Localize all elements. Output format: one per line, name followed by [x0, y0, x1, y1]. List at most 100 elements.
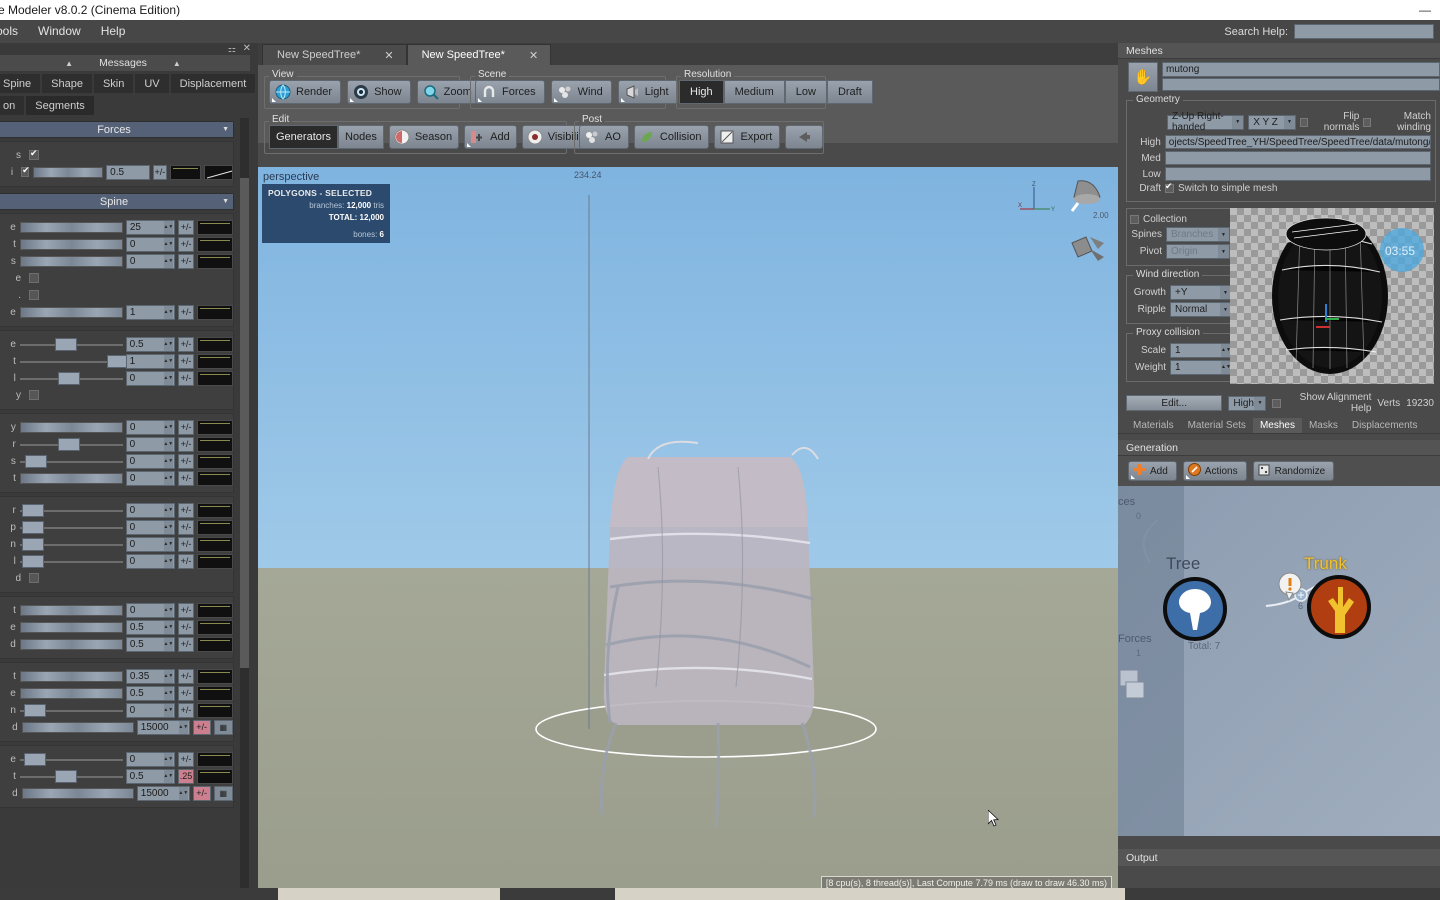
row-plusminus-button[interactable]: +/- [177, 436, 195, 452]
row-value[interactable]: 0.5 ▲▼ [125, 685, 175, 701]
generation-randomize-button[interactable]: Randomize [1252, 461, 1335, 481]
row-curve-thumbnail[interactable] [197, 236, 233, 252]
tab-material-sets[interactable]: Material Sets [1181, 418, 1253, 433]
row-curve-thumbnail[interactable] [197, 536, 233, 552]
row-value[interactable]: 0 ▲▼ [125, 536, 175, 552]
chevron-down-icon[interactable]: ▼ [222, 126, 229, 133]
season-button[interactable]: Season [388, 125, 460, 149]
row-slider[interactable] [19, 703, 123, 717]
tab-generation[interactable]: on [0, 96, 25, 115]
caret-up-right-icon[interactable]: ▲ [173, 59, 181, 68]
edit-mesh-button[interactable]: Edit... [1126, 395, 1223, 411]
row-plusminus-button[interactable]: +/- [177, 304, 195, 320]
row-value[interactable]: 15000 ▲▼ [136, 785, 190, 801]
mesh-preview-thumbnail[interactable]: 03:55 [1230, 208, 1434, 384]
row-curve-thumbnail[interactable] [197, 685, 233, 701]
row-slider[interactable] [19, 752, 123, 766]
row-value[interactable]: 0 ▲▼ [125, 370, 175, 386]
generation-node-graph[interactable]: ces 0 Forces 1 6 Tree Trunk Total: 7 [1118, 486, 1440, 836]
row-value[interactable]: 0 ▲▼ [125, 253, 175, 269]
spinner-icon[interactable]: ▲▼ [163, 237, 173, 251]
taskbar-item[interactable] [278, 888, 500, 900]
edit-nodes-button[interactable]: Nodes [338, 125, 384, 149]
row-plusminus-button[interactable]: +/- [177, 236, 195, 252]
wind-button[interactable]: Wind [550, 80, 612, 104]
row-checkbox[interactable] [29, 148, 39, 160]
edit-generators-button[interactable]: Generators [269, 125, 339, 149]
node-warning-badge[interactable] [1275, 572, 1305, 602]
weight-input[interactable]: 1 ▲▼ [1170, 360, 1232, 375]
row-slider[interactable] [19, 454, 123, 468]
show-alignment-help-checkbox[interactable] [1272, 398, 1281, 408]
row-curve-thumbnail[interactable] [197, 370, 233, 386]
spinner-icon[interactable]: ▲▼ [163, 354, 173, 368]
spinner-icon[interactable]: ▲▼ [163, 752, 173, 766]
row-plusminus-button[interactable]: +/- [177, 636, 195, 652]
row-slider[interactable] [19, 670, 123, 682]
node-tree-icon[interactable] [1162, 576, 1228, 642]
row-slider[interactable] [32, 166, 104, 178]
row-value[interactable]: 0 ▲▼ [125, 553, 175, 569]
section-header-spine[interactable]: Spine ▼ [0, 193, 234, 210]
row-plusminus-button[interactable]: +/- [177, 602, 195, 618]
node-trunk-icon[interactable] [1303, 571, 1375, 643]
row-slider[interactable] [19, 503, 123, 517]
generation-actions-button[interactable]: Actions [1182, 461, 1247, 481]
row-plusminus-button[interactable]: +/- [177, 502, 195, 518]
minimize-button[interactable]: — [1410, 0, 1440, 20]
chevron-down-icon[interactable]: ▼ [1218, 245, 1229, 258]
row-plusminus-button[interactable]: +/- [177, 619, 195, 635]
row-slider[interactable] [19, 437, 123, 451]
row-curve-thumbnail[interactable] [197, 668, 233, 684]
row-slider[interactable] [19, 221, 123, 233]
ripple-dropdown[interactable]: Normal ▼ [1170, 302, 1232, 317]
menu-item-help[interactable]: Help [91, 20, 136, 43]
row-plusminus-button[interactable]: +/- [177, 353, 195, 369]
row-plusminus-button[interactable]: +/- [177, 336, 195, 352]
resolution-high-button[interactable]: High [679, 80, 724, 104]
row-plusminus-button[interactable]: +/- [177, 553, 195, 569]
row-slider[interactable] [19, 604, 123, 616]
row-value[interactable]: 0 ▲▼ [125, 602, 175, 618]
collision-button[interactable]: Collision [633, 125, 710, 149]
spinner-icon[interactable]: ▲▼ [163, 503, 173, 517]
document-tab-1[interactable]: New SpeedTree* ✕ [262, 44, 407, 65]
show-button[interactable]: Show [347, 80, 411, 104]
row-value[interactable]: 25 ▲▼ [125, 219, 175, 235]
viewport-camera-widget[interactable] [1066, 229, 1114, 269]
row-value[interactable]: 0 ▲▼ [125, 519, 175, 535]
row-curve-thumbnail[interactable] [197, 636, 233, 652]
row-value[interactable]: 0.35 ▲▼ [125, 668, 175, 684]
caret-up-left-icon[interactable]: ▲ [65, 59, 73, 68]
row-value[interactable]: 0 ▲▼ [125, 751, 175, 767]
spinner-icon[interactable]: ▲▼ [178, 786, 188, 800]
row-plusminus-button[interactable]: +/- [177, 470, 195, 486]
row-plusminus-button[interactable]: +/- [177, 519, 195, 535]
light-button[interactable]: Light [617, 80, 678, 104]
spinner-icon[interactable]: ▲▼ [178, 720, 188, 734]
row-curve-thumbnail[interactable] [197, 619, 233, 635]
footer-lod-dropdown[interactable]: High ▼ [1228, 395, 1267, 411]
tab-uv[interactable]: UV [135, 74, 169, 93]
row-value[interactable]: 1 ▲▼ [125, 304, 175, 320]
collection-checkbox[interactable] [1130, 215, 1139, 224]
row-curve-thumbnail[interactable] [197, 502, 233, 518]
spinner-icon[interactable]: ▲▼ [163, 305, 173, 319]
back-button[interactable] [785, 125, 824, 149]
row-plusminus-button[interactable]: +/- [177, 419, 195, 435]
row-plusminus-button[interactable]: +/- [192, 785, 211, 801]
row-curve-thumbnail[interactable] [197, 470, 233, 486]
generation-add-button[interactable]: Add [1128, 461, 1177, 481]
spinner-icon[interactable]: ▲▼ [163, 371, 173, 385]
spinner-icon[interactable]: ▲▼ [163, 769, 173, 783]
document-tab-2[interactable]: New SpeedTree* ✕ [406, 44, 552, 65]
row-checkbox[interactable] [29, 290, 39, 300]
row-plusminus-button[interactable]: +/- [177, 685, 195, 701]
spinner-icon[interactable]: ▲▼ [163, 603, 173, 617]
row-plusminus-button[interactable]: +/- [177, 536, 195, 552]
row-slider[interactable] [19, 472, 123, 484]
lod-med-input[interactable] [1164, 151, 1431, 165]
row-value[interactable]: 0 ▲▼ [125, 702, 175, 718]
row-value[interactable]: 0 ▲▼ [125, 502, 175, 518]
flip-normals-checkbox[interactable] [1299, 117, 1309, 127]
